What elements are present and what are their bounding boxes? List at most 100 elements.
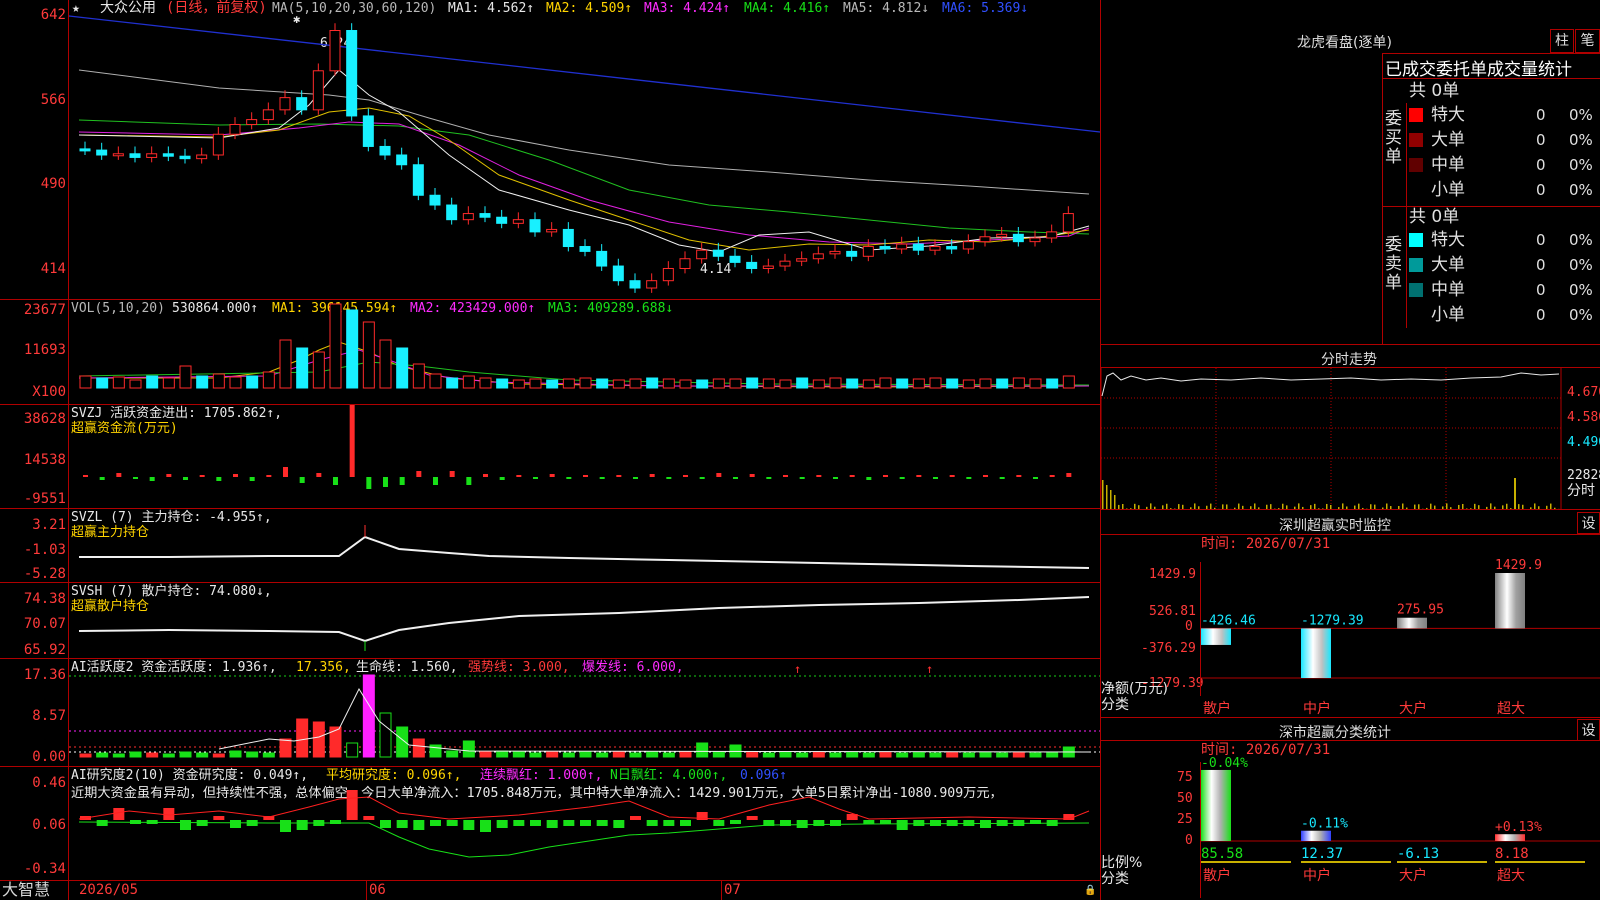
volume-bar [829,377,842,389]
monitor-tick: -376.29 [1141,641,1196,656]
svsh-tick: 65.92 [23,642,66,658]
research-bar [580,820,591,826]
activity-bar [929,752,942,758]
lock-icon[interactable]: 🔒 [1084,883,1096,898]
fund-flow-bar [266,475,272,477]
candle-body [296,97,308,111]
category-label: 超大 [1497,701,1525,717]
activity-bar [712,751,725,758]
activity-bar [312,721,325,758]
candlestick-chart[interactable] [69,0,1100,299]
volume-bar [812,379,825,389]
sell-total: 共 0单 [1409,207,1460,227]
net-value-label: 275.95 [1397,603,1444,618]
volume-bar [229,376,242,389]
fund-flow-bar [899,477,905,479]
svzl-panel[interactable]: 3.21 -1.03 -5.28 SVZL (7) 主力持仓: -4.955↑,… [0,509,1100,582]
candle-body [912,243,924,251]
research-bar [213,816,225,820]
class-bar-chart[interactable]: -0.04% 85.58 散户 -0.11% 12.37 中户 -6.13 大户 +0.13% 8… [1201,740,1600,900]
ai1-tick: 0.00 [32,749,66,765]
volume-bar [896,378,909,389]
category-label: 大户 [1399,700,1427,717]
order-count: 0 [1536,281,1546,299]
fund-flow-bar [383,477,388,487]
activity-bar [196,752,209,758]
candle-body [129,153,141,158]
ai-research-panel[interactable]: 0.46 0.06 -0.34 AI研究度2(10) 资金研究度: 0.049↑… [0,767,1100,880]
tab-stats[interactable]: 已成交委托单成交量统计 [1385,55,1572,80]
svzj-panel[interactable]: 38628 14538 -9551 SVZJ 活跃资金进出: 1705.862↑… [0,405,1100,508]
date-tick: 2026/05 [79,882,139,898]
svg-text:↑: ↑ [794,662,801,676]
volume-bar [96,377,109,389]
ma3-line [78,121,1090,245]
candle-body [362,115,374,147]
volume-bar [362,321,375,389]
intraday-tick: 4.670 [1567,385,1600,400]
volume-chart [78,303,1090,389]
intraday-chart[interactable] [1101,368,1566,510]
activity-bar [362,674,375,758]
activity-bar [946,751,959,758]
activity-bar [479,751,492,758]
volume-bar [729,378,742,389]
candle-body [112,153,124,157]
research-bar [363,816,375,820]
activity-bar [129,751,142,758]
class-ylabel: 比例% [1101,855,1143,871]
ai2-tick: 0.46 [32,775,66,791]
sz-class-panel[interactable]: 深市超赢分类统计 设 时间: 2026/07/31 75 50 25 0 比例%… [1101,718,1600,900]
monitor-bar-chart[interactable]: -426.46 散户 -1279.39 中户 275.95 大户 1429.9 超大 [1201,555,1600,718]
research-bar [496,820,508,828]
candle-body [246,119,258,125]
order-size-label: 中单 [1431,280,1465,300]
order-percent: 0% [1569,131,1593,149]
date-divider [721,881,722,900]
fund-flow-bar [499,477,505,480]
volume-bar [379,339,392,389]
candle-body [712,249,724,257]
order-row: 小单 0 0% [1409,178,1600,202]
fund-flow-bar [349,405,355,477]
volume-bar [946,378,959,389]
order-count: 0 [1536,106,1546,124]
bar-mode-button[interactable]: 柱 [1550,29,1574,53]
fund-flow-bar [683,475,688,477]
dragon-tiger-panel[interactable]: 龙虎看盘(逐单) 柱 笔 已成交委托单成交量统计 委买单 委卖单 共 0单 共 … [1101,0,1600,345]
fund-flow-bar [449,471,455,477]
volume-bar [662,378,675,389]
fund-flow-bar [833,477,838,479]
buy-side-label: 委买单 [1385,109,1402,167]
class-tick: 25 [1177,812,1193,827]
settings-button[interactable]: 设 [1577,719,1600,741]
fund-flow-bar [733,477,738,479]
fund-flow-bar [566,477,572,479]
sz-monitor-panel[interactable]: 深圳超赢实时监控 设 时间: 2026/07/31 1429.9 526.81 … [1101,510,1600,718]
svsh-panel[interactable]: 74.38 70.07 65.92 SVSH (7) 散户持仓: 74.080↓… [0,583,1100,658]
volume-bar [696,379,709,389]
fund-flow-bar [133,477,138,479]
candle-body [896,243,908,250]
research-bar [746,816,758,820]
ai-activity-panel[interactable]: 17.36 8.57 0.00 AI活跃度2 资金活跃度: 1.936↑, 17… [0,659,1100,766]
fund-flow-bar [816,475,822,477]
kline-panel[interactable]: 642 566 490 414 ★ 大众公用 (日线，前复权) MA(5,10,… [0,0,1100,299]
fund-flow-bar [716,473,722,477]
monitor-tick: 526.81 [1149,604,1196,619]
activity-bar [146,752,159,758]
activity-bar [1046,751,1059,758]
svzj-tick: -9551 [23,491,66,507]
ma1-line [78,69,1090,253]
activity-bar [979,751,992,758]
order-percent: 0% [1569,306,1593,324]
intraday-vol: 22828 [1567,468,1600,483]
volume-panel[interactable]: 23677 11693 X100 VOL(5,10,20) 530864.000… [0,300,1100,404]
candle-body [1029,237,1041,243]
intraday-panel[interactable]: 分时走势 4.670 4.580 4.490 22828 分时 [1101,345,1600,510]
tick-mode-button[interactable]: 笔 [1575,29,1600,53]
order-size-label: 中单 [1431,155,1465,175]
activity-bar [762,752,775,758]
date-divider [366,881,367,900]
settings-button[interactable]: 设 [1577,512,1600,534]
